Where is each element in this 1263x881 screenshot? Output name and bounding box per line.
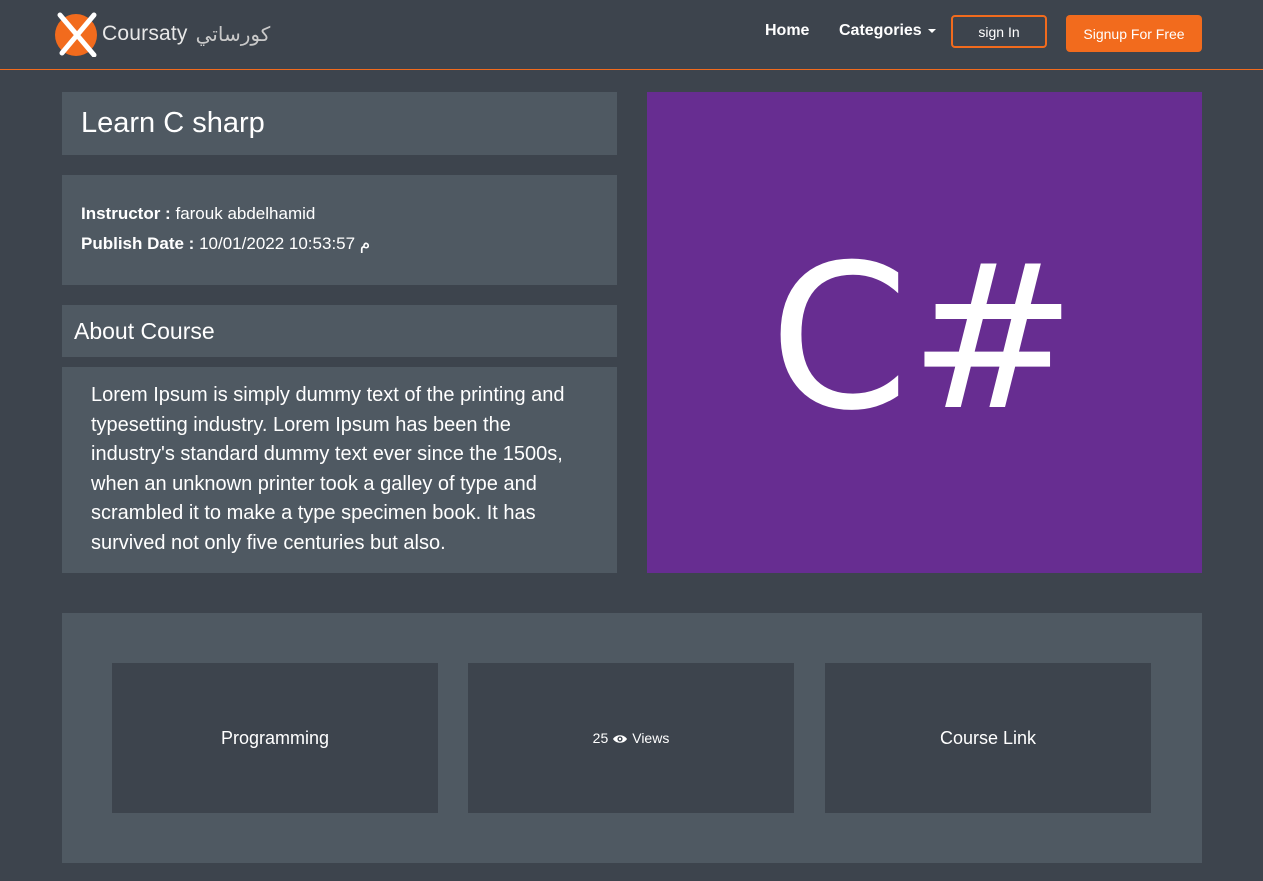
publish-date-row: Publish Date : 10/01/2022 10:53:57 م (81, 234, 370, 254)
signup-button[interactable]: Signup For Free (1066, 15, 1202, 52)
course-title-panel: Learn C sharp (62, 92, 617, 155)
course-image: C# (647, 92, 1202, 573)
course-image-text: C# (769, 222, 1076, 455)
category-card[interactable]: Programming (112, 663, 438, 813)
views-counter: 25 Views (593, 730, 670, 746)
views-count: 25 (592, 730, 609, 746)
site-logo[interactable]: Coursaty كورساتي (54, 11, 271, 58)
publish-date-value: 10/01/2022 10:53:57 م (199, 234, 371, 253)
caret-down-icon (927, 28, 936, 33)
instructor-value: farouk abdelhamid (175, 204, 316, 223)
views-card: 25 Views (468, 663, 794, 813)
course-title: Learn C sharp (81, 107, 265, 139)
instructor-label: Instructor : (81, 204, 171, 223)
about-course-body: Lorem Ipsum is simply dummy text of the … (62, 367, 617, 573)
instructor-row: Instructor : farouk abdelhamid (81, 204, 315, 224)
sign-in-button[interactable]: sign In (951, 15, 1047, 48)
nav-categories-dropdown[interactable]: Categories (839, 22, 936, 40)
course-link-card[interactable]: Course Link (825, 663, 1151, 813)
about-course-text: Lorem Ipsum is simply dummy text of the … (91, 384, 565, 554)
logo-text: Coursaty (102, 22, 188, 45)
navbar: Coursaty كورساتي Home Categories sign In… (0, 0, 1263, 70)
coursaty-logo-icon (54, 11, 100, 58)
nav-home-link[interactable]: Home (765, 22, 809, 40)
nav-categories-label: Categories (839, 22, 922, 39)
about-course-header: About Course (62, 305, 617, 357)
eye-icon (612, 732, 628, 744)
course-stats-panel: Programming 25 Views Course Link (62, 613, 1202, 863)
category-label: Programming (220, 727, 330, 748)
publish-date-label: Publish Date : (81, 234, 195, 253)
course-info-panel: Instructor : farouk abdelhamid Publish D… (62, 175, 617, 285)
logo-arabic-text: كورساتي (195, 22, 271, 46)
about-course-title: About Course (74, 318, 215, 344)
course-link-label: Course Link (939, 727, 1037, 748)
views-label: Views (632, 730, 670, 746)
